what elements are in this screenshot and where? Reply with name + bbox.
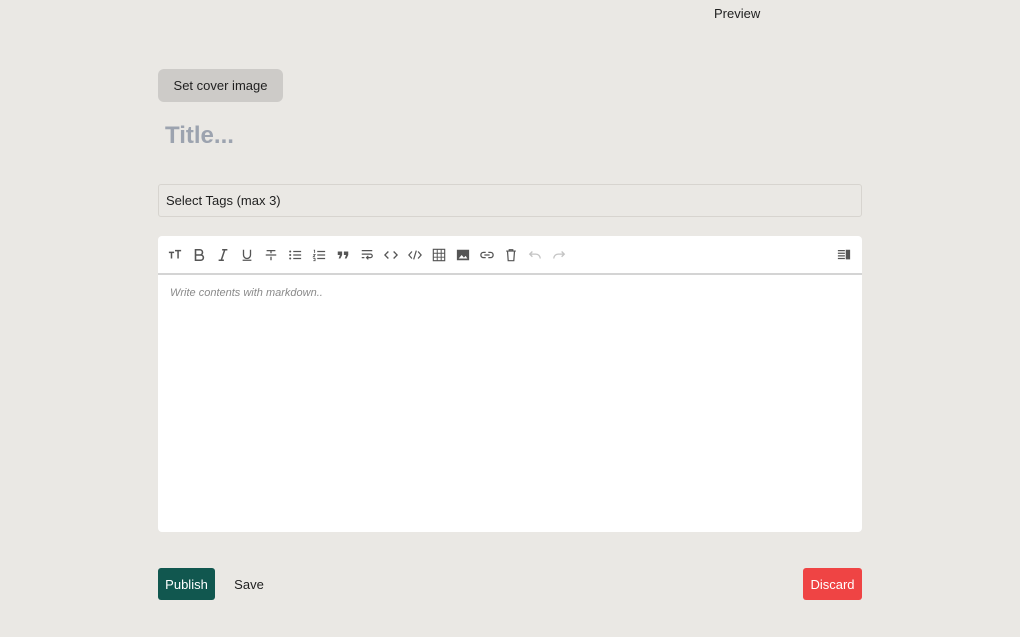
table-icon[interactable]: [429, 245, 449, 265]
link-icon[interactable]: [477, 245, 497, 265]
quote-icon[interactable]: [333, 245, 353, 265]
set-cover-image-button[interactable]: Set cover image: [158, 69, 283, 102]
discard-button[interactable]: Discard: [803, 568, 862, 600]
code-icon[interactable]: [381, 245, 401, 265]
bullet-list-icon[interactable]: [285, 245, 305, 265]
title-input[interactable]: [158, 116, 862, 156]
editor-toolbar: [158, 236, 862, 275]
wrap-icon[interactable]: [357, 245, 377, 265]
heading-icon[interactable]: [165, 245, 185, 265]
preview-toggle-icon[interactable]: [834, 245, 854, 265]
editor-content: [158, 277, 862, 532]
markdown-textarea[interactable]: [158, 277, 862, 532]
trash-icon[interactable]: [501, 245, 521, 265]
preview-link[interactable]: Preview: [714, 6, 760, 21]
redo-icon[interactable]: [549, 245, 569, 265]
tags-select-placeholder: Select Tags (max 3): [166, 193, 281, 208]
image-icon[interactable]: [453, 245, 473, 265]
publish-button[interactable]: Publish: [158, 568, 215, 600]
tags-select[interactable]: Select Tags (max 3): [158, 184, 862, 217]
numbered-list-icon[interactable]: [309, 245, 329, 265]
code-block-icon[interactable]: [405, 245, 425, 265]
bold-icon[interactable]: [189, 245, 209, 265]
save-button[interactable]: Save: [226, 568, 272, 600]
underline-icon[interactable]: [237, 245, 257, 265]
markdown-editor: [158, 236, 862, 532]
strikethrough-icon[interactable]: [261, 245, 281, 265]
italic-icon[interactable]: [213, 245, 233, 265]
undo-icon[interactable]: [525, 245, 545, 265]
post-editor-page: Preview Set cover image Select Tags (max…: [0, 0, 1020, 637]
